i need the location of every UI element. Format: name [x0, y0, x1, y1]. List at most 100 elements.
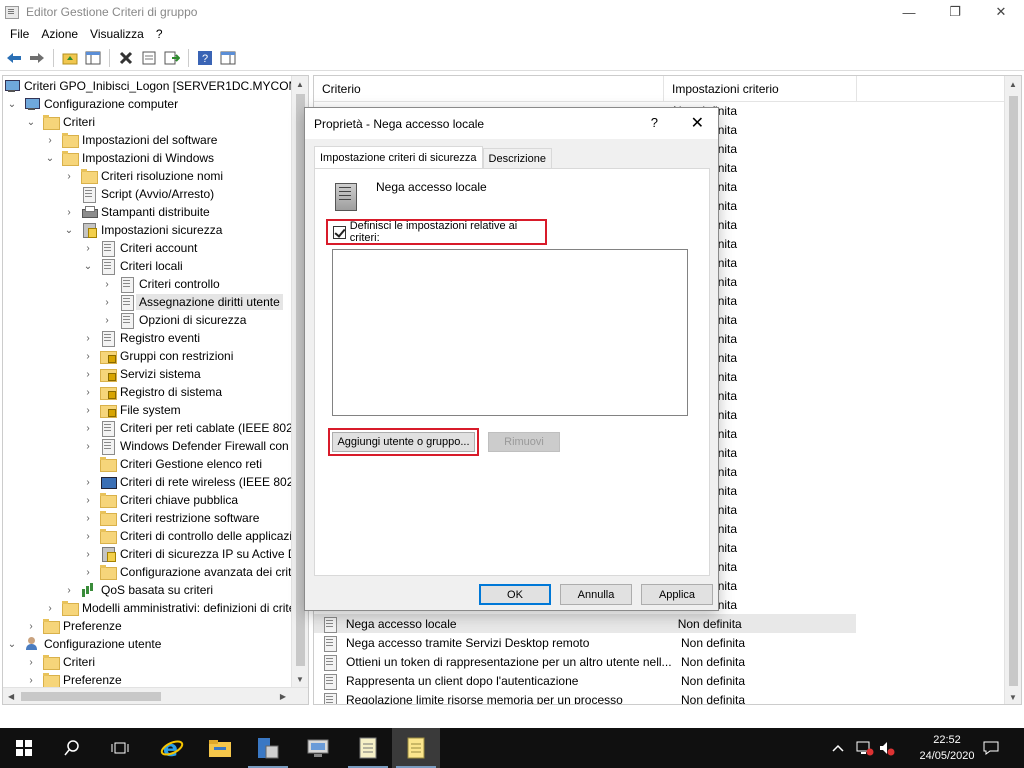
define-policy-checkbox-row[interactable]: Definisci le impostazioni relative ai cr…	[326, 219, 547, 245]
collapse-chevron-icon[interactable]: ⌄	[25, 117, 37, 128]
expand-chevron-icon[interactable]: ›	[25, 657, 37, 668]
up-folder-icon[interactable]	[60, 48, 80, 68]
back-arrow-icon[interactable]	[4, 48, 24, 68]
tree-item[interactable]: › Impostazioni del software	[44, 131, 217, 149]
notifications-icon[interactable]	[982, 728, 1000, 768]
tree-item[interactable]: ⌄ Configurazione utente	[6, 635, 161, 653]
tree-item[interactable]: › Criteri per reti cablate (IEEE 802.3)	[82, 419, 307, 437]
tree-item[interactable]: › Registro di sistema	[82, 383, 222, 401]
apply-button[interactable]: Applica	[641, 584, 713, 605]
tree-item[interactable]: ⌄ Impostazioni sicurezza	[63, 221, 222, 239]
tree-item[interactable]: › Criteri risoluzione nomi	[63, 167, 223, 185]
expand-chevron-icon[interactable]: ›	[82, 441, 94, 452]
tree-item[interactable]: ⌄ Impostazioni di Windows	[44, 149, 214, 167]
expand-chevron-icon[interactable]: ›	[82, 405, 94, 416]
expand-chevron-icon[interactable]: ›	[63, 171, 75, 182]
expand-chevron-icon[interactable]: ›	[82, 513, 94, 524]
show-hide-tree-icon[interactable]	[83, 48, 103, 68]
policy-row[interactable]: Regolazione limite risorse memoria per u…	[314, 690, 861, 704]
menu-visualizza[interactable]: Visualizza	[84, 27, 150, 41]
expand-chevron-icon[interactable]: ›	[25, 675, 37, 686]
tree-item[interactable]: › Criteri di rete wireless (IEEE 802.11)	[82, 473, 308, 491]
add-user-or-group-button[interactable]: Aggiungi utente o gruppo...	[332, 432, 475, 452]
expand-chevron-icon[interactable]: ›	[82, 549, 94, 560]
collapse-chevron-icon[interactable]: ⌄	[82, 261, 94, 272]
tree-root[interactable]: Criteri GPO_Inibisci_Logon [SERVER1DC.MY…	[4, 77, 308, 95]
network-admin-icon[interactable]	[294, 728, 342, 768]
expand-chevron-icon[interactable]: ›	[63, 585, 75, 596]
expand-chevron-icon[interactable]: ›	[82, 567, 94, 578]
internet-explorer-icon[interactable]: e	[148, 728, 196, 768]
expand-chevron-icon[interactable]: ›	[82, 423, 94, 434]
search-icon[interactable]	[48, 728, 96, 768]
tree-item[interactable]: ⌄ Criteri locali	[82, 257, 183, 275]
policy-row[interactable]: Rappresenta un client dopo l'autenticazi…	[314, 671, 861, 690]
tree-item[interactable]: › Criteri restrizione software	[82, 509, 259, 527]
collapse-chevron-icon[interactable]: ⌄	[6, 639, 18, 650]
list-vertical-scrollbar[interactable]: ▲ ▼	[1004, 76, 1021, 704]
tree-item[interactable]: Script (Avvio/Arresto)	[63, 185, 214, 203]
export-list-icon[interactable]	[162, 48, 182, 68]
tree-item[interactable]: › File system	[82, 401, 181, 419]
collapse-chevron-icon[interactable]: ⌄	[44, 153, 56, 164]
taskbar-clock[interactable]: 22:52 24/05/2020	[916, 732, 978, 764]
scroll-left-icon[interactable]: ◀	[8, 692, 14, 701]
expand-chevron-icon[interactable]: ›	[101, 279, 113, 290]
expand-chevron-icon[interactable]: ›	[101, 297, 113, 308]
start-button[interactable]	[0, 728, 48, 768]
tree-item[interactable]: ⌄ Configurazione computer	[6, 95, 178, 113]
close-button[interactable]: ✕	[978, 0, 1024, 24]
expand-chevron-icon[interactable]: ›	[25, 621, 37, 632]
policy-row[interactable]: Nega accesso locale Non definita	[314, 614, 856, 633]
scroll-right-icon[interactable]: ▶	[280, 692, 286, 701]
remove-button[interactable]: Rimuovi	[488, 432, 560, 452]
notepad-icon[interactable]	[344, 728, 392, 768]
tab-description[interactable]: Descrizione	[482, 148, 552, 169]
expand-chevron-icon[interactable]: ›	[44, 603, 56, 614]
expand-chevron-icon[interactable]: ›	[101, 315, 113, 326]
menu-file[interactable]: File	[4, 27, 35, 41]
expand-chevron-icon[interactable]: ›	[82, 477, 94, 488]
expand-chevron-icon[interactable]: ›	[82, 387, 94, 398]
tree-item[interactable]: › Modelli amministrativi: definizioni di …	[44, 599, 295, 617]
expand-chevron-icon[interactable]: ›	[82, 351, 94, 362]
tree-item[interactable]: › Criteri di controllo delle applicazio	[82, 527, 299, 545]
group-policy-editor-icon[interactable]	[392, 728, 440, 768]
column-header-policy[interactable]: Criterio	[314, 76, 664, 102]
tree-item[interactable]: › Preferenze	[25, 617, 122, 635]
dialog-close-button[interactable]: ✕	[691, 113, 704, 133]
menu-azione[interactable]: Azione	[35, 27, 84, 41]
collapse-chevron-icon[interactable]: ⌄	[6, 99, 18, 110]
expand-chevron-icon[interactable]: ›	[82, 369, 94, 380]
tree-item[interactable]: › Opzioni di sicurezza	[101, 311, 246, 329]
tree-item[interactable]: › Criteri chiave pubblica	[82, 491, 238, 509]
expand-chevron-icon[interactable]: ›	[82, 333, 94, 344]
expand-chevron-icon[interactable]: ›	[82, 495, 94, 506]
server-manager-icon[interactable]	[244, 728, 292, 768]
ok-button[interactable]: OK	[479, 584, 551, 605]
properties-icon[interactable]	[139, 48, 159, 68]
menu-help[interactable]: ?	[150, 27, 169, 41]
tree-item[interactable]: › Criteri controllo	[101, 275, 220, 293]
expand-chevron-icon[interactable]: ›	[44, 135, 56, 146]
tab-security-policy-setting[interactable]: Impostazione criteri di sicurezza	[314, 146, 483, 169]
forward-arrow-icon[interactable]	[27, 48, 47, 68]
define-policy-checkbox[interactable]	[333, 225, 346, 239]
file-explorer-icon[interactable]	[196, 728, 244, 768]
tree-item[interactable]: › Configurazione avanzata dei criteri	[82, 563, 305, 581]
delete-icon[interactable]	[116, 48, 136, 68]
show-hidden-icons-icon[interactable]	[832, 728, 844, 768]
scroll-up-icon[interactable]: ▲	[1009, 80, 1017, 89]
network-tray-icon[interactable]	[856, 728, 874, 768]
tree-item[interactable]: › Windows Defender Firewall con sic	[82, 437, 307, 455]
minimize-button[interactable]: —	[886, 0, 932, 24]
scroll-up-icon[interactable]: ▲	[296, 80, 304, 89]
maximize-button[interactable]: ❐	[932, 0, 978, 24]
show-pane-icon[interactable]	[218, 48, 238, 68]
tree-item[interactable]: › Assegnazione diritti utente	[101, 293, 283, 311]
collapse-chevron-icon[interactable]: ⌄	[63, 225, 75, 236]
scroll-down-icon[interactable]: ▼	[296, 675, 304, 684]
cancel-button[interactable]: Annulla	[560, 584, 632, 605]
tree-item[interactable]: › Stampanti distribuite	[63, 203, 209, 221]
tree-item[interactable]: ⌄ Criteri	[25, 113, 95, 131]
